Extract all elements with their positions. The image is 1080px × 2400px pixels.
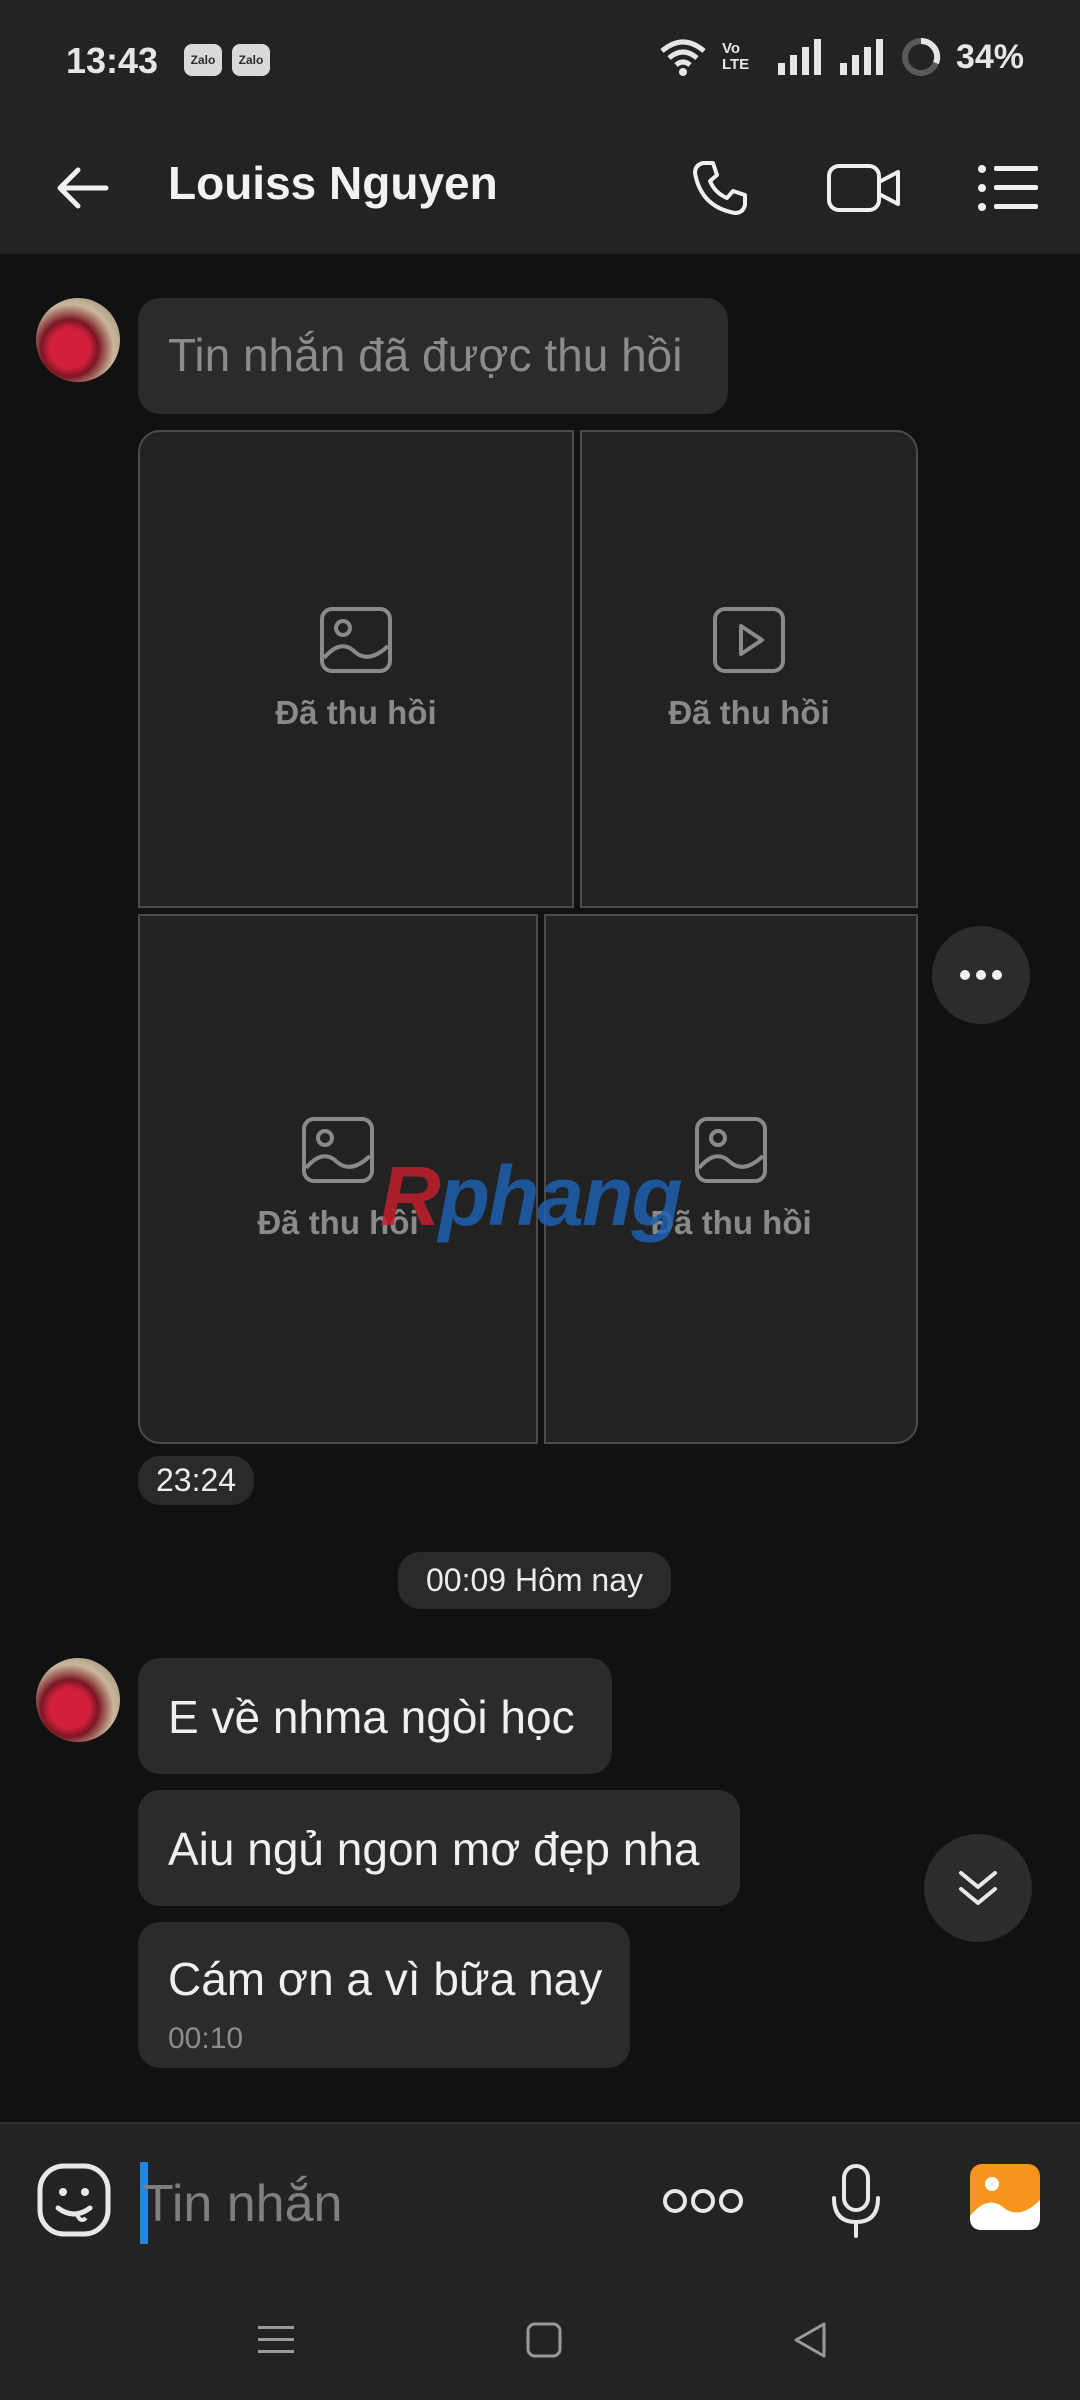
gallery-image-icon [970, 2164, 1040, 2230]
microphone-icon [832, 2164, 880, 2238]
emoji-face-icon [37, 2163, 111, 2237]
sticker-button[interactable] [36, 2162, 112, 2243]
scroll-to-bottom-button[interactable] [924, 1834, 1032, 1942]
zalo-notification-icon: Zalo [184, 44, 222, 76]
contact-name[interactable]: Louiss Nguyen [168, 156, 498, 210]
message-text: Cám ơn a vì bữa nay [168, 1953, 603, 2005]
recalled-label: Đã thu hồi [275, 694, 437, 731]
watermark-logo: Rphang [380, 1149, 683, 1243]
back-arrow-icon [57, 167, 109, 209]
message-time: 00:10 [168, 2022, 244, 2055]
signal-icon [777, 39, 821, 75]
message-input-bar: Tin nhắn [0, 2122, 1080, 2282]
system-nav-bar [0, 2280, 1080, 2400]
recents-nav-button[interactable] [256, 2320, 296, 2365]
status-time: 13:43 [66, 40, 159, 81]
message-text: Aiu ngủ ngon mơ đẹp nha [168, 1823, 700, 1875]
avatar[interactable] [36, 1658, 120, 1742]
more-actions-button[interactable] [662, 2186, 744, 2221]
message-text: E về nhma ngòi học [168, 1691, 575, 1743]
more-dots-icon [960, 970, 1002, 980]
home-square-icon [526, 2322, 562, 2358]
recalled-media-tile[interactable]: Đã thu hồi [138, 430, 574, 908]
volte-label: Vo LTE [721, 40, 750, 73]
message-input[interactable]: Tin nhắn [142, 2174, 342, 2234]
recalled-media-tile[interactable]: Đã thu hồi [580, 430, 918, 908]
voice-call-button[interactable] [680, 148, 760, 228]
wifi-icon [660, 39, 706, 76]
menu-list-icon [978, 165, 1038, 211]
video-call-button[interactable] [824, 148, 904, 228]
message-bubble[interactable]: Cám ơn a vì bữa nay 00:10 [138, 1922, 630, 2068]
more-dots-icon [663, 2189, 743, 2213]
battery-ring-icon [901, 37, 941, 76]
recalled-message-text: Tin nhắn đã được thu hồi [168, 329, 683, 381]
avatar[interactable] [36, 298, 120, 382]
menu-lines-icon [258, 2326, 294, 2353]
signal-icon [839, 39, 883, 75]
voice-record-button[interactable] [828, 2162, 884, 2247]
status-bar: 13:43 Zalo Zalo Vo LTE 34% [0, 0, 1080, 124]
battery-percent: 34% [955, 37, 1024, 76]
double-chevron-down-icon [959, 1871, 997, 1905]
date-separator: 00:09 Hôm nay [398, 1552, 672, 1609]
message-bubble[interactable]: E về nhma ngòi học [138, 1658, 612, 1774]
video-icon [713, 607, 785, 673]
message-time: 23:24 [138, 1456, 255, 1505]
menu-button[interactable] [968, 148, 1048, 228]
zalo-notification-icon: Zalo [232, 44, 270, 76]
message-options-button[interactable] [932, 926, 1030, 1024]
back-button[interactable] [42, 148, 122, 228]
gallery-button[interactable] [968, 2162, 1042, 2237]
video-call-icon [827, 164, 900, 212]
status-right: Vo LTE 34% [658, 36, 1024, 78]
home-nav-button[interactable] [524, 2320, 564, 2365]
phone-icon [693, 161, 747, 215]
recalled-label: Đã thu hồi [668, 694, 830, 731]
recalled-message-bubble[interactable]: Tin nhắn đã được thu hồi [138, 298, 728, 414]
image-icon [320, 607, 392, 673]
message-bubble[interactable]: Aiu ngủ ngon mơ đẹp nha [138, 1790, 740, 1906]
image-icon [302, 1117, 374, 1183]
chat-header: Louiss Nguyen [0, 124, 1080, 254]
image-icon [695, 1117, 767, 1183]
back-triangle-icon [794, 2322, 826, 2358]
back-nav-button[interactable] [790, 2320, 830, 2365]
